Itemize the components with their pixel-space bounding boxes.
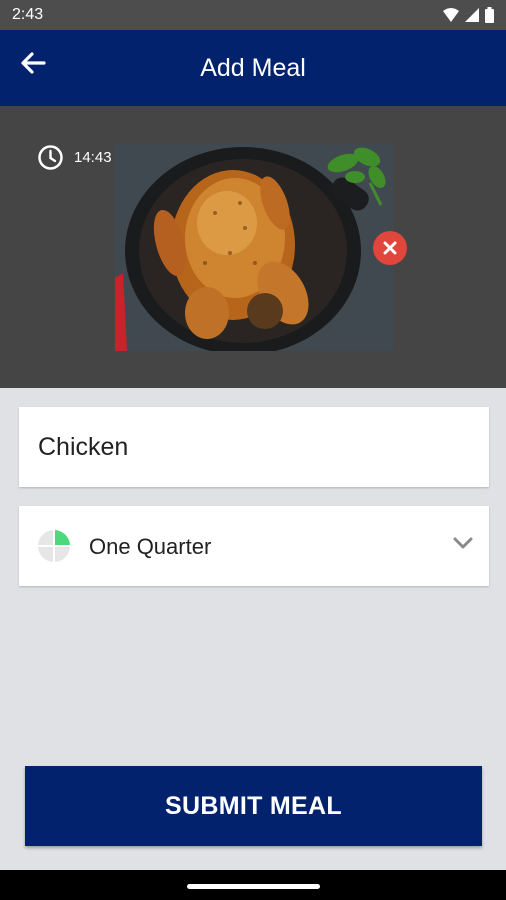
status-icons <box>443 6 494 24</box>
timestamp-label: 14:43 <box>74 149 112 166</box>
portion-selected-value: One Quarter <box>89 534 212 559</box>
meal-photo[interactable] <box>115 143 393 351</box>
page-title: Add Meal <box>200 54 306 82</box>
photo-area: 14:43 <box>0 106 506 388</box>
battery-icon <box>485 7 494 23</box>
quarter-pie-icon <box>38 530 70 562</box>
photo-timestamp: 14:43 <box>37 144 112 171</box>
submit-meal-button[interactable]: SUBMIT MEAL <box>25 766 482 846</box>
clock-icon <box>38 145 63 170</box>
home-gesture-handle[interactable] <box>187 884 320 889</box>
portion-dropdown[interactable]: One Quarter <box>19 506 489 586</box>
wifi-icon <box>443 8 459 22</box>
meal-name-field[interactable] <box>19 407 489 487</box>
close-icon <box>383 241 397 255</box>
status-bar: 2:43 <box>0 0 506 30</box>
system-nav-bar <box>0 870 506 900</box>
chevron-down-icon <box>453 537 473 549</box>
remove-photo-button[interactable] <box>373 231 407 265</box>
app-bar: Add Meal <box>0 30 506 106</box>
chicken-image <box>115 143 393 351</box>
meal-name-input[interactable] <box>19 407 489 487</box>
status-time: 2:43 <box>12 6 44 23</box>
signal-icon <box>465 8 479 22</box>
